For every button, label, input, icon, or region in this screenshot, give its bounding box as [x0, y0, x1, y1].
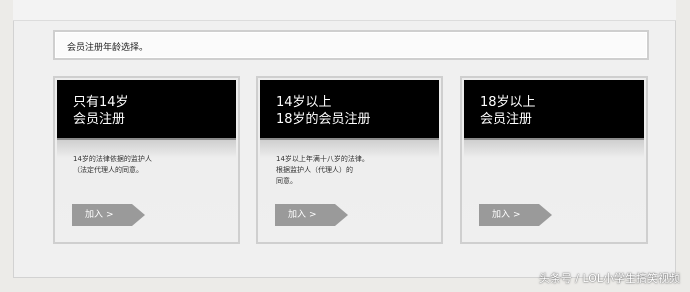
desc-line: 根据监护人（代理人）的 — [276, 166, 353, 174]
desc-line: 同意。 — [276, 177, 297, 185]
card-under-14: 只有14岁 会员注册 14岁的法律依据的监护人 （法定代理人的同意。 加入 > — [53, 76, 240, 244]
join-button[interactable]: 加入 > — [275, 204, 348, 226]
desc-line: 14岁的法律依据的监护人 — [73, 155, 152, 163]
card-title-line1: 只有14岁 — [73, 95, 129, 110]
join-button-label: 加入 — [288, 210, 307, 220]
card-over-18: 18岁以上 会员注册 加入 > — [460, 76, 648, 244]
join-button-label: 加入 — [492, 210, 511, 220]
join-button[interactable]: 加入 > — [72, 204, 145, 226]
join-button-label: 加入 — [85, 210, 104, 220]
chevron-right-icon: > — [106, 210, 114, 220]
chevron-right-icon: > — [309, 210, 317, 220]
card-header: 18岁以上 会员注册 — [464, 80, 644, 140]
card-header: 14岁以上 18岁的会员注册 — [260, 80, 439, 140]
chevron-right-icon: > — [513, 210, 521, 220]
card-14-to-18: 14岁以上 18岁的会员注册 14岁以上年满十八岁的法律。 根据监护人（代理人）… — [256, 76, 443, 244]
card-title-line2: 会员注册 — [73, 112, 126, 127]
join-button[interactable]: 加入 > — [479, 204, 552, 226]
card-description: 14岁以上年满十八岁的法律。 根据监护人（代理人）的 同意。 — [276, 154, 426, 187]
age-selection-notice: 会员注册年龄选择。 — [53, 30, 649, 60]
desc-line: （法定代理人的同意。 — [73, 166, 143, 174]
header-shadow — [464, 140, 644, 158]
card-title-line1: 18岁以上 — [480, 95, 536, 110]
card-title-line2: 会员注册 — [480, 112, 533, 127]
watermark: 头条号 / LOL小学生搞笑视频 — [538, 272, 680, 285]
notice-text: 会员注册年龄选择。 — [67, 43, 149, 53]
card-description: 14岁的法律依据的监护人 （法定代理人的同意。 — [73, 154, 223, 176]
card-title-line1: 14岁以上 — [276, 95, 332, 110]
top-panel — [13, 0, 676, 21]
card-header: 只有14岁 会员注册 — [57, 80, 236, 140]
card-title-line2: 18岁的会员注册 — [276, 112, 371, 127]
desc-line: 14岁以上年满十八岁的法律。 — [276, 155, 369, 163]
